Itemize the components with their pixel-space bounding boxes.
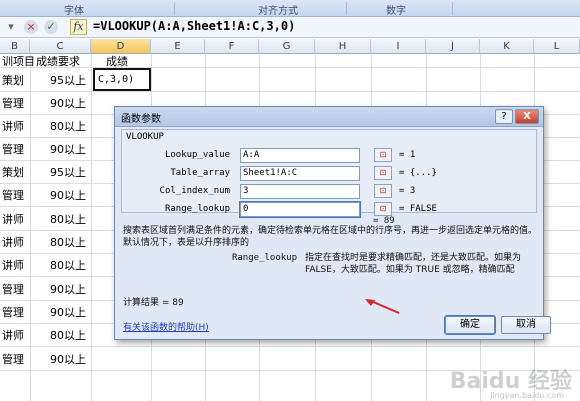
- cell-b[interactable]: 训项目: [2, 54, 35, 68]
- table-array-input[interactable]: Sheet1!A:C: [240, 166, 360, 181]
- cell-c[interactable]: 95以上: [50, 68, 86, 91]
- insert-function-button[interactable]: fx: [70, 19, 87, 35]
- function-name: VLOOKUP: [126, 132, 164, 142]
- cell-c[interactable]: 90以上: [50, 301, 86, 323]
- cell-b[interactable]: 讲师: [2, 231, 24, 253]
- column-header-h[interactable]: H: [315, 39, 371, 54]
- cell-b[interactable]: 管理: [2, 184, 24, 206]
- ribbon-separator: [452, 2, 453, 15]
- cell-c[interactable]: 90以上: [50, 138, 86, 160]
- function-args-group: VLOOKUP Lookup_value A:A ⊡ = 1 Table_arr…: [121, 129, 537, 218]
- cell-c[interactable]: 80以上: [50, 231, 86, 253]
- column-header-e[interactable]: E: [151, 39, 205, 54]
- field-result: = 1: [399, 150, 416, 160]
- formula-bar: ▾ × ✓ fx =VLOOKUP(A:A,Sheet1!A:C,3,0): [0, 17, 580, 38]
- field-result: = FALSE: [399, 204, 437, 214]
- cell-c[interactable]: 90以上: [50, 184, 86, 206]
- cell-c[interactable]: 90以上: [50, 92, 86, 114]
- cancel-formula-button[interactable]: ×: [24, 20, 38, 34]
- cell-b[interactable]: 讲师: [2, 115, 24, 137]
- cell-b[interactable]: 策划: [2, 161, 24, 183]
- dialog-title-bar[interactable]: 函数参数 ? X: [115, 107, 543, 127]
- range-select-icon[interactable]: ⊡: [374, 202, 392, 216]
- table-row: 训项目 成绩要求 成绩: [0, 54, 580, 68]
- column-header-k[interactable]: K: [480, 39, 534, 54]
- table-row: 策划 95以上 C,3,0): [0, 68, 580, 92]
- range-select-icon[interactable]: ⊡: [374, 166, 392, 180]
- cell-b[interactable]: 讲师: [2, 207, 24, 230]
- name-box-dropdown-icon[interactable]: ▾: [4, 20, 18, 34]
- cell-b[interactable]: 管理: [2, 347, 24, 370]
- ribbon-group-alignment[interactable]: 对齐方式: [258, 2, 298, 17]
- red-arrow-annotation: [365, 299, 400, 314]
- cell-c[interactable]: 80以上: [50, 115, 86, 137]
- param-name: Range_lookup: [231, 253, 297, 263]
- field-label-table-array: Table_array: [170, 168, 230, 178]
- enter-formula-button[interactable]: ✓: [44, 20, 58, 34]
- ribbon-group-number[interactable]: 数字: [386, 2, 406, 17]
- cell-c[interactable]: 95以上: [50, 161, 86, 183]
- field-label-range-lookup: Range_lookup: [164, 204, 230, 214]
- range-select-icon[interactable]: ⊡: [374, 148, 392, 162]
- baidu-watermark-url: jingyan.baidu.com: [490, 391, 564, 400]
- field-result: = 3: [399, 186, 416, 196]
- column-header-g[interactable]: G: [259, 39, 315, 54]
- lookup-value-input[interactable]: A:A: [240, 148, 360, 163]
- calc-result: 计算结果 = 89: [123, 298, 184, 308]
- column-header-l[interactable]: L: [534, 39, 580, 54]
- ribbon-separator: [174, 2, 175, 15]
- cell-c[interactable]: 80以上: [50, 254, 86, 276]
- param-description: 指定在查找时是要求精确匹配，还是大致匹配。如果为 FALSE，大致匹配。如果为 …: [305, 253, 522, 275]
- close-icon[interactable]: X: [515, 109, 539, 124]
- dialog-title: 函数参数: [121, 114, 161, 125]
- cell-c[interactable]: 80以上: [50, 207, 86, 230]
- column-header-j[interactable]: J: [426, 39, 480, 54]
- ribbon-separator: [346, 2, 347, 15]
- cell-c[interactable]: 80以上: [50, 324, 86, 346]
- cell-b[interactable]: 策划: [2, 68, 24, 91]
- col-index-num-input[interactable]: 3: [240, 184, 360, 199]
- active-cell-d[interactable]: C,3,0): [93, 68, 151, 91]
- formula-input[interactable]: =VLOOKUP(A:A,Sheet1!A:C,3,0): [93, 19, 295, 33]
- cell-b[interactable]: 管理: [2, 138, 24, 160]
- function-arguments-dialog: 函数参数 ? X VLOOKUP Lookup_value A:A ⊡ = 1 …: [114, 106, 551, 340]
- cell-c[interactable]: 90以上: [50, 277, 86, 300]
- field-result: = {...}: [399, 168, 437, 178]
- ok-button[interactable]: 确定: [444, 315, 496, 335]
- cell-b[interactable]: 讲师: [2, 324, 24, 346]
- cell-b[interactable]: 管理: [2, 92, 24, 114]
- column-header-f[interactable]: F: [205, 39, 259, 54]
- cell-b[interactable]: 讲师: [2, 254, 24, 276]
- column-header-i[interactable]: I: [371, 39, 426, 54]
- help-icon[interactable]: ?: [495, 109, 513, 124]
- cell-c[interactable]: 成绩要求: [36, 54, 80, 68]
- range-lookup-input[interactable]: 0: [239, 201, 361, 218]
- cell-d[interactable]: 成绩: [106, 54, 128, 68]
- field-label-col-index-num: Col_index_num: [159, 186, 230, 196]
- range-select-icon[interactable]: ⊡: [374, 184, 392, 198]
- ribbon-group-font[interactable]: 字体: [64, 2, 84, 17]
- ribbon-group-bar: 字体 对齐方式 数字: [0, 0, 580, 17]
- function-help-link[interactable]: 有关该函数的帮助(H): [123, 320, 209, 333]
- cancel-button[interactable]: 取消: [501, 316, 551, 334]
- cell-b[interactable]: 管理: [2, 277, 24, 300]
- cell-b[interactable]: 管理: [2, 301, 24, 323]
- cell-c[interactable]: 90以上: [50, 347, 86, 370]
- field-label-lookup-value: Lookup_value: [164, 150, 230, 160]
- function-description: 搜索表区域首列满足条件的元素，确定待检索单元格在区域中的行序号，再进一步返回选定…: [123, 226, 538, 248]
